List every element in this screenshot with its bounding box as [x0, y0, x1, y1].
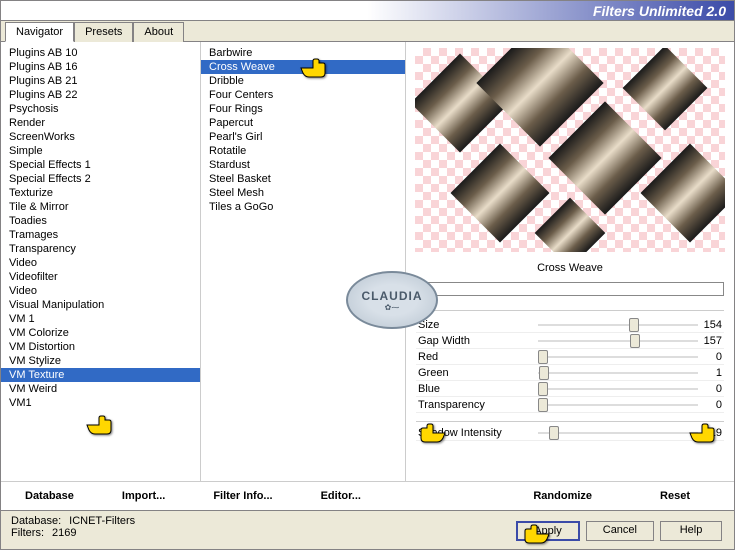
filter-item[interactable]: Four Rings — [201, 102, 405, 116]
help-button[interactable]: Help — [660, 521, 722, 541]
filter-item[interactable]: Papercut — [201, 116, 405, 130]
category-item[interactable]: Plugins AB 16 — [1, 60, 200, 74]
filters-count: 2169 — [52, 527, 76, 539]
category-item[interactable]: Visual Manipulation — [1, 298, 200, 312]
category-item[interactable]: Tramages — [1, 228, 200, 242]
param-slider[interactable] — [538, 356, 698, 358]
param-row[interactable]: Size 154 — [416, 317, 724, 333]
category-item[interactable]: Videofilter — [1, 270, 200, 284]
param-row[interactable]: Red 0 — [416, 349, 724, 365]
param-value: 1 — [716, 367, 722, 379]
app-title: Filters Unlimited 2.0 — [593, 3, 734, 19]
category-item[interactable]: Special Effects 2 — [1, 172, 200, 186]
editor-button[interactable]: Editor... — [307, 488, 375, 504]
database-value: ICNET-Filters — [69, 515, 135, 527]
param-row[interactable]: Shadow Intensity 19 — [416, 421, 724, 441]
param-slider[interactable] — [538, 388, 698, 390]
tab-about[interactable]: About — [133, 22, 184, 42]
param-label: Transparency — [418, 399, 485, 411]
cancel-button[interactable]: Cancel — [586, 521, 654, 541]
filter-item[interactable]: Stardust — [201, 158, 405, 172]
category-list[interactable]: Plugins AB 10Plugins AB 16Plugins AB 21P… — [1, 42, 201, 481]
category-item[interactable]: Tile & Mirror — [1, 200, 200, 214]
category-item[interactable]: VM Stylize — [1, 354, 200, 368]
database-button[interactable]: Database — [11, 488, 88, 504]
category-item[interactable]: Texturize — [1, 186, 200, 200]
filter-item[interactable]: Tiles a GoGo — [201, 200, 405, 214]
title-bar: Filters Unlimited 2.0 — [1, 1, 734, 21]
category-item[interactable]: Transparency — [1, 242, 200, 256]
category-item[interactable]: Plugins AB 22 — [1, 88, 200, 102]
filter-list[interactable]: BarbwireCross WeaveDribbleFour CentersFo… — [201, 42, 406, 481]
main-panel: Plugins AB 10Plugins AB 16Plugins AB 21P… — [1, 41, 734, 481]
param-value: 0 — [716, 383, 722, 395]
filter-item[interactable]: Dribble — [201, 74, 405, 88]
param-value: 157 — [704, 335, 722, 347]
category-item[interactable]: VM1 — [1, 396, 200, 410]
dialog-buttons: Apply Cancel Help — [516, 521, 722, 541]
apply-button[interactable]: Apply — [516, 521, 580, 541]
param-row[interactable]: Blue 0 — [416, 381, 724, 397]
param-slider[interactable] — [538, 324, 698, 326]
tab-strip: Navigator Presets About — [1, 21, 734, 41]
param-label: Size — [418, 319, 439, 331]
param-value: 0 — [716, 351, 722, 363]
current-filter-label: Cross Weave — [412, 258, 728, 278]
preview-image — [415, 48, 725, 252]
filters-label: Filters: — [11, 527, 44, 539]
category-item[interactable]: VM 1 — [1, 312, 200, 326]
reset-button[interactable]: Reset — [646, 488, 704, 504]
param-slider[interactable] — [538, 340, 698, 342]
filter-item[interactable]: Barbwire — [201, 46, 405, 60]
category-item[interactable]: VM Distortion — [1, 340, 200, 354]
category-item[interactable]: Psychosis — [1, 102, 200, 116]
param-label: Gap Width — [418, 335, 470, 347]
category-item[interactable]: Toadies — [1, 214, 200, 228]
database-label: Database: — [11, 515, 61, 527]
preview-panel: Cross Weave Size 154 Gap Width 157 Red 0 Green… — [406, 42, 734, 481]
filter-item[interactable]: Four Centers — [201, 88, 405, 102]
randomize-button[interactable]: Randomize — [519, 488, 606, 504]
category-item[interactable]: VM Colorize — [1, 326, 200, 340]
filter-item[interactable]: Rotatile — [201, 144, 405, 158]
import-button[interactable]: Import... — [108, 488, 179, 504]
param-label: Red — [418, 351, 438, 363]
filter-item[interactable]: Steel Mesh — [201, 186, 405, 200]
toolbar: Database Import... Filter Info... Editor… — [1, 481, 734, 510]
filter-item[interactable]: Steel Basket — [201, 172, 405, 186]
category-item[interactable]: Simple — [1, 144, 200, 158]
category-item[interactable]: Special Effects 1 — [1, 158, 200, 172]
param-value: 154 — [704, 319, 722, 331]
param-value: 0 — [716, 399, 722, 411]
category-item[interactable]: ScreenWorks — [1, 130, 200, 144]
category-item[interactable]: Render — [1, 116, 200, 130]
param-slider[interactable] — [538, 372, 698, 374]
param-label: Shadow Intensity — [418, 427, 502, 439]
category-item[interactable]: VM Texture — [1, 368, 200, 382]
param-row[interactable]: Green 1 — [416, 365, 724, 381]
category-item[interactable]: Plugins AB 21 — [1, 74, 200, 88]
param-row[interactable]: Transparency 0 — [416, 397, 724, 413]
category-item[interactable]: Video — [1, 256, 200, 270]
filter-item[interactable]: Cross Weave — [201, 60, 405, 74]
param-label: Green — [418, 367, 449, 379]
parameter-list: Size154Gap Width157Red0Green1Blue0Transp… — [416, 310, 724, 441]
param-row[interactable]: Gap Width 157 — [416, 333, 724, 349]
filter-item[interactable]: Pearl's Girl — [201, 130, 405, 144]
param-value: 19 — [710, 427, 722, 439]
category-item[interactable]: VM Weird — [1, 382, 200, 396]
param-slider[interactable] — [538, 432, 698, 434]
param-label: Blue — [418, 383, 440, 395]
category-item[interactable]: Video — [1, 284, 200, 298]
category-item[interactable]: Plugins AB 10 — [1, 46, 200, 60]
tab-navigator[interactable]: Navigator — [5, 22, 74, 42]
param-slider[interactable] — [538, 404, 698, 406]
tab-presets[interactable]: Presets — [74, 22, 133, 42]
progress-bar — [416, 282, 724, 296]
filter-info-button[interactable]: Filter Info... — [199, 488, 286, 504]
